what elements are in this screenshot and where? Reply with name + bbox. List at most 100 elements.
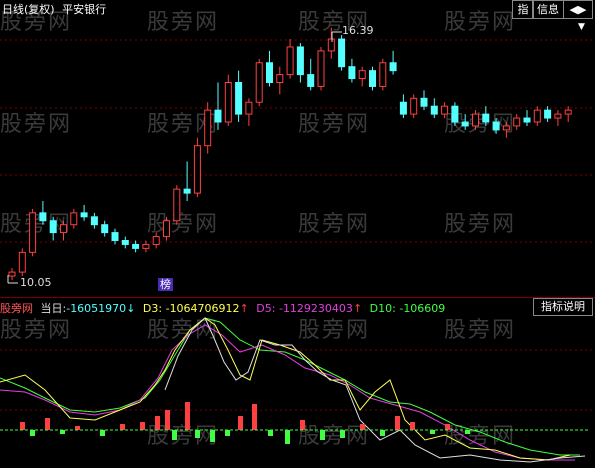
candle-up bbox=[193, 145, 201, 194]
histogram-bar bbox=[380, 430, 385, 436]
candle-down bbox=[90, 216, 98, 226]
candle-down bbox=[132, 243, 140, 249]
nav-arrows-button[interactable]: ◀▶ bbox=[563, 0, 593, 19]
candle-down bbox=[389, 62, 397, 72]
histogram-bar bbox=[465, 430, 470, 434]
candle-down bbox=[111, 232, 119, 242]
zhi-button[interactable]: 指 bbox=[512, 0, 534, 19]
histogram-bar bbox=[395, 416, 400, 430]
candle-up bbox=[173, 188, 181, 222]
histogram-bar bbox=[320, 430, 325, 440]
histogram-bar bbox=[210, 430, 215, 442]
histogram-bar bbox=[120, 424, 125, 430]
dangri-line bbox=[164, 317, 586, 463]
candle-down bbox=[235, 82, 243, 115]
candle-up bbox=[472, 113, 479, 127]
histogram-bar bbox=[300, 420, 305, 430]
candle-down bbox=[430, 105, 438, 115]
candle-down bbox=[39, 212, 47, 222]
down-arrow-icon: ↓ bbox=[126, 302, 136, 315]
histogram-bar bbox=[100, 430, 105, 436]
d5-label: D5: bbox=[256, 302, 276, 315]
candle-down bbox=[348, 66, 356, 80]
histogram-bar bbox=[268, 430, 273, 436]
candle-up bbox=[554, 113, 562, 119]
histogram-bar bbox=[75, 426, 80, 430]
candle-down bbox=[183, 188, 191, 194]
high-price-label: 16.39 bbox=[342, 24, 374, 37]
candle-down bbox=[80, 212, 88, 218]
d10-value: -106609 bbox=[399, 302, 446, 315]
histogram-bar bbox=[225, 430, 230, 436]
candle-down bbox=[420, 97, 428, 107]
candle-down bbox=[214, 109, 222, 123]
candle-down bbox=[451, 105, 459, 123]
low-price-label: 10.05 bbox=[20, 276, 52, 289]
candle-up bbox=[152, 236, 160, 245]
histogram-bar bbox=[238, 416, 243, 430]
candle-up bbox=[70, 212, 78, 226]
histogram-bar bbox=[360, 424, 365, 430]
histogram-bar bbox=[252, 404, 257, 430]
candle-down bbox=[307, 74, 315, 87]
histogram-bar bbox=[60, 430, 65, 434]
candle-down bbox=[523, 117, 531, 123]
candle-up bbox=[317, 50, 325, 87]
candle-up bbox=[533, 109, 541, 123]
indicator-name[interactable]: 股旁网 bbox=[0, 302, 33, 315]
candle-up bbox=[327, 38, 335, 52]
candle-up bbox=[60, 224, 67, 234]
candle-up bbox=[8, 271, 16, 277]
period-label: 日线(复权) bbox=[2, 3, 55, 16]
dangri-value: -16051970 bbox=[66, 302, 127, 315]
d3-label: D3: bbox=[142, 302, 163, 315]
candle-up bbox=[358, 70, 366, 80]
d3-value: -1064706912 bbox=[165, 302, 240, 315]
candle-up bbox=[255, 62, 263, 103]
candle-up bbox=[224, 82, 232, 123]
candle-up bbox=[410, 97, 418, 115]
kline-chart[interactable] bbox=[0, 0, 595, 468]
candle-down bbox=[492, 121, 500, 131]
info-button[interactable]: 信息 bbox=[532, 0, 564, 19]
candle-up bbox=[502, 125, 510, 131]
candle-up bbox=[441, 105, 449, 115]
panel-divider bbox=[0, 297, 595, 298]
d10-label: D10: bbox=[369, 302, 396, 315]
histogram-bar bbox=[30, 430, 35, 436]
indicator-panel bbox=[0, 317, 590, 463]
candle-down bbox=[266, 62, 273, 83]
dropdown-menu-icon[interactable]: ▼ bbox=[578, 22, 592, 34]
candle-down bbox=[101, 224, 109, 234]
up-arrow-icon: ↑ bbox=[352, 302, 363, 315]
indicator-help-button[interactable]: 指标说明 bbox=[533, 298, 593, 316]
candle-up bbox=[29, 212, 37, 253]
histogram-bar bbox=[20, 422, 25, 430]
candle-down bbox=[544, 109, 552, 119]
stock-name: 平安银行 bbox=[62, 3, 107, 16]
candle-down bbox=[296, 46, 304, 76]
histogram-bar bbox=[172, 430, 177, 440]
histogram-bar bbox=[140, 422, 145, 430]
histogram-bar bbox=[45, 418, 50, 430]
candle-down bbox=[399, 101, 407, 115]
candle-down bbox=[338, 38, 346, 68]
candle-up bbox=[286, 46, 294, 76]
candle-down bbox=[482, 113, 490, 123]
histogram-bar bbox=[340, 430, 345, 438]
candle-up bbox=[142, 243, 150, 249]
rank-badge[interactable]: 榜 bbox=[158, 278, 173, 291]
dangri-label: 当日: bbox=[40, 302, 67, 315]
histogram-bar bbox=[185, 402, 190, 430]
histogram-bar bbox=[445, 424, 450, 430]
histogram-bar bbox=[430, 430, 435, 434]
histogram-bar bbox=[155, 416, 160, 430]
candle-up bbox=[245, 101, 253, 115]
candle-up bbox=[379, 62, 387, 87]
candle-up bbox=[204, 109, 212, 147]
candle-up bbox=[163, 220, 170, 238]
candle-down bbox=[369, 70, 376, 87]
candle-up bbox=[276, 74, 284, 83]
price-grid bbox=[0, 39, 595, 411]
candle-down bbox=[49, 220, 57, 234]
